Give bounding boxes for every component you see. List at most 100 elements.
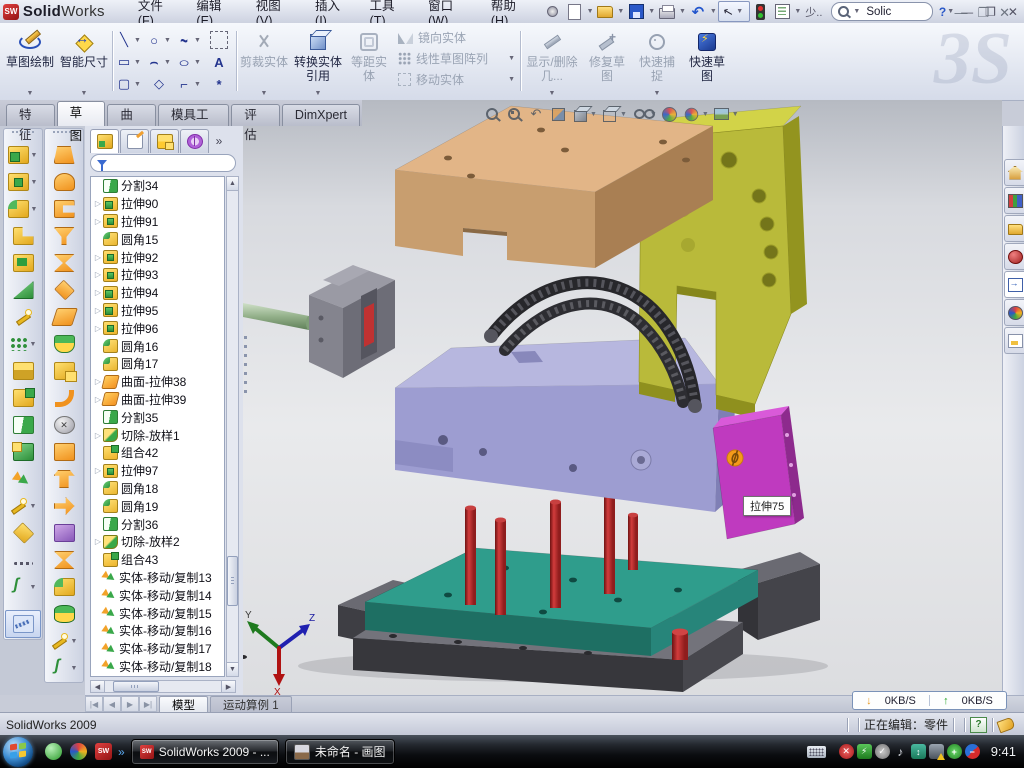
line-tool[interactable]: ╲▼	[114, 29, 144, 51]
doc-restore-button[interactable]: ❐	[977, 5, 989, 21]
expander-icon[interactable]: ▷	[93, 324, 103, 333]
join-bodies-button[interactable]	[6, 439, 40, 465]
insert-wizard-button[interactable]: ▼	[6, 493, 40, 519]
stack-bodies-button[interactable]	[6, 358, 40, 384]
tree-item[interactable]: 分割34	[91, 177, 224, 195]
volume-tray-icon[interactable]: ♪	[893, 744, 908, 759]
tree-item[interactable]: 圆角19	[91, 497, 224, 515]
quick-launch-messenger[interactable]	[45, 743, 62, 760]
expander-icon[interactable]: ▷	[93, 217, 103, 226]
move-entities-button[interactable]: 移动实体 ▼	[398, 71, 516, 88]
file-explorer-tab[interactable]	[1004, 215, 1024, 242]
boss-cylinder-button[interactable]	[47, 601, 81, 627]
tree-item[interactable]: ▷拉伸95	[91, 302, 224, 320]
scroll-down-button[interactable]: ▼	[227, 662, 238, 676]
tree-item[interactable]: ▷拉伸94	[91, 284, 224, 302]
curve-tools-button[interactable]: ▼	[6, 574, 40, 600]
security-alert-tray-icon[interactable]: ✕	[839, 744, 854, 759]
circle-tool[interactable]: ○▼	[144, 29, 174, 51]
fillet-corner-button[interactable]	[47, 574, 81, 600]
tree-item[interactable]: ▷拉伸91	[91, 213, 224, 231]
toolbar-overflow[interactable]: 少..	[805, 4, 822, 20]
tree-vertical-scrollbar[interactable]: ▲ ▼	[226, 176, 239, 677]
tree-filter-input[interactable]	[90, 154, 236, 172]
tree-item[interactable]: ▷曲面-拉伸38	[91, 373, 224, 391]
open-file-button[interactable]	[596, 3, 616, 21]
pin-icon[interactable]	[543, 3, 563, 21]
rapid-sketch-button[interactable]: 快速草图	[684, 26, 730, 100]
expander-icon[interactable]: ▷	[93, 288, 103, 297]
corner-tool[interactable]: ⌐▼	[174, 73, 204, 95]
tree-item[interactable]: ▷切除-放样2	[91, 533, 224, 551]
spline-tools-button[interactable]: ▼	[47, 655, 81, 681]
expander-icon[interactable]: ▷	[93, 253, 103, 262]
linear-sketch-pattern-button[interactable]: 线性草图阵列 ▼	[398, 50, 516, 67]
extruded-boss-button[interactable]: ▼	[6, 142, 40, 168]
nav-prev-button[interactable]: ◀	[103, 696, 121, 712]
part-side-core[interactable]	[243, 265, 395, 378]
draft-button[interactable]	[6, 277, 40, 303]
arc-tool[interactable]: ⌢▼	[144, 51, 174, 73]
reference-axis-button[interactable]	[6, 547, 40, 573]
tree-item[interactable]: 圆角15	[91, 230, 224, 248]
input-method-keyboard-icon[interactable]	[807, 746, 826, 758]
quick-tips-icon[interactable]: ?	[970, 717, 987, 733]
feature-wizard-button[interactable]	[6, 304, 40, 330]
scroll-thumb-horizontal[interactable]	[113, 681, 159, 692]
intersect-button[interactable]	[47, 547, 81, 573]
property-manager-tab[interactable]	[120, 129, 149, 153]
tree-item[interactable]: ▷拉伸92	[91, 248, 224, 266]
tab-运动算例 1[interactable]: 运动算例 1	[210, 696, 292, 712]
gps-sync-tray-icon[interactable]: ↕	[911, 744, 926, 759]
help-button[interactable]: ?	[939, 5, 946, 19]
tree-item[interactable]: ▷切除-放样1	[91, 426, 224, 444]
tree-item[interactable]: 实体-移动/复制13	[91, 569, 224, 587]
tree-item[interactable]: ▷拉伸97	[91, 462, 224, 480]
scroll-up-button[interactable]: ▲	[227, 177, 238, 191]
scroll-thumb[interactable]	[227, 556, 238, 606]
point-tool[interactable]: *	[204, 73, 234, 95]
view-orientation-button[interactable]: ▼	[571, 105, 597, 123]
tree-item[interactable]: 分割35	[91, 408, 224, 426]
shell-button[interactable]	[6, 250, 40, 276]
measure-button[interactable]	[5, 610, 41, 638]
move-copy-body-button[interactable]	[6, 466, 40, 492]
view-palette-tab[interactable]	[1004, 271, 1024, 298]
tree-item[interactable]: 实体-移动/复制15	[91, 604, 224, 622]
indent-button[interactable]	[47, 520, 81, 546]
zoom-to-fit-button[interactable]	[483, 105, 501, 123]
undo-button[interactable]: ↶	[688, 3, 708, 21]
extruded-cut-button[interactable]: ▼	[6, 169, 40, 195]
edit-appearance-button[interactable]	[661, 105, 679, 123]
view-settings-button[interactable]: ▼	[713, 105, 739, 123]
fillet-button[interactable]: ▼	[6, 196, 40, 222]
scroll-right-button[interactable]: ▶	[221, 681, 235, 692]
tree-item[interactable]: ▷拉伸90	[91, 195, 224, 213]
tab-模型[interactable]: 模型	[159, 696, 208, 712]
tree-item[interactable]: 实体-移动/复制16	[91, 622, 224, 640]
expander-icon[interactable]: ▷	[93, 537, 103, 546]
quick-snaps-button[interactable]: 快速捕捉 ▼	[634, 26, 680, 100]
new-file-button[interactable]	[565, 3, 585, 21]
taskbar-task-paint[interactable]: 未命名 - 画图	[285, 739, 395, 765]
search-input[interactable]	[864, 5, 920, 19]
zoom-to-area-button[interactable]	[505, 105, 523, 123]
tree-item[interactable]: 组合43	[91, 551, 224, 569]
boundary-boss-button[interactable]	[47, 223, 81, 249]
tree-horizontal-scrollbar[interactable]: ◀ ▶	[90, 680, 236, 693]
surface-sheet-button[interactable]	[47, 304, 81, 330]
part-magenta-block[interactable]	[713, 406, 804, 539]
revolved-boss-button[interactable]	[47, 169, 81, 195]
tree-item[interactable]: ▷拉伸96	[91, 319, 224, 337]
update-check-tray-icon[interactable]: ✓	[875, 744, 890, 759]
hide-show-items-button[interactable]: ▼	[631, 105, 657, 123]
expander-icon[interactable]: ▷	[93, 270, 103, 279]
polygon-tool[interactable]: ◇	[144, 73, 174, 95]
mirror-entities-button[interactable]: 镜向实体	[398, 29, 516, 46]
dimxpert-manager-tab[interactable]	[180, 129, 209, 153]
network-warning-tray-icon[interactable]	[929, 744, 944, 759]
tab-曲面[interactable]: 曲面	[107, 104, 156, 126]
panel-splitter[interactable]	[243, 126, 248, 695]
tree-item[interactable]: ▷曲面-拉伸39	[91, 391, 224, 409]
protection-enabled-tray-icon[interactable]: ⚡	[857, 744, 872, 759]
